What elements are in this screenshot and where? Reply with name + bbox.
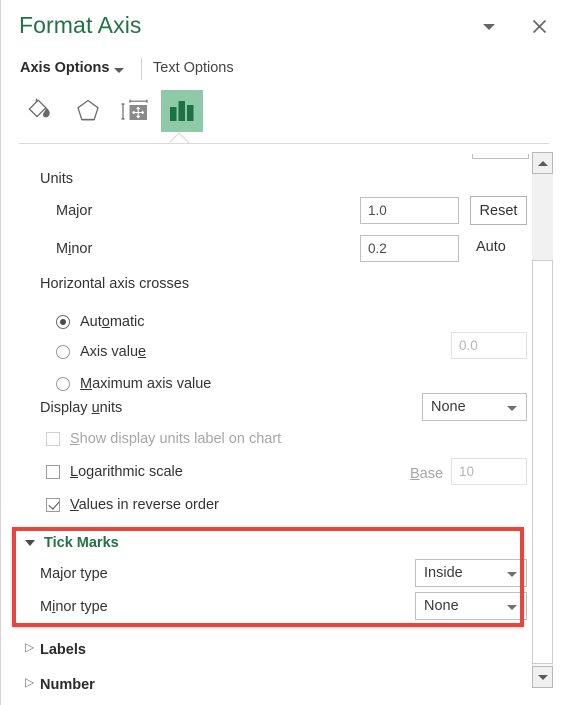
display-units-label: Display units xyxy=(40,400,123,416)
clipped-field-above xyxy=(472,154,529,159)
radio-axis-value[interactable]: Axis value xyxy=(56,344,146,360)
section-title-number: Number xyxy=(40,677,95,693)
pane-header: Format Axis xyxy=(1,0,566,52)
chevron-down-icon xyxy=(507,406,517,411)
section-title-labels: Labels xyxy=(40,642,86,658)
bar-chart-icon xyxy=(170,101,194,121)
format-axis-task-pane: Format Axis Axis Options Text Options Un… xyxy=(0,0,566,705)
minor-type-label: Minor type xyxy=(40,599,108,615)
base-label: Base xyxy=(410,466,444,482)
tab-fill-line[interactable] xyxy=(19,90,61,132)
chevron-down-icon xyxy=(507,572,517,577)
radio-maximum-axis-value[interactable]: Maximum axis value xyxy=(56,376,211,392)
triangle-collapsed-icon xyxy=(25,641,34,655)
vertical-scrollbar[interactable] xyxy=(532,152,553,688)
horizontal-axis-crosses-label: Horizontal axis crosses xyxy=(40,276,190,292)
page-title: Format Axis xyxy=(19,12,142,38)
section-header-labels[interactable]: Labels xyxy=(25,641,86,658)
tab-size-properties[interactable] xyxy=(114,90,156,132)
minor-auto-label: Auto xyxy=(476,239,506,255)
checkbox-show-display-units-label-indicator xyxy=(46,432,60,446)
section-header-tick-marks[interactable]: Tick Marks xyxy=(25,535,119,551)
reset-major-button[interactable]: Reset xyxy=(470,196,527,225)
radio-automatic-indicator xyxy=(56,315,70,329)
checkbox-logarithmic-scale-indicator xyxy=(46,465,60,479)
scroll-down-arrow-icon xyxy=(537,674,548,680)
radio-maximum-axis-value-indicator xyxy=(56,377,70,391)
text-options-selector[interactable]: Text Options xyxy=(153,60,234,76)
major-type-value: Inside xyxy=(424,565,463,581)
icon-tab-strip xyxy=(1,90,566,150)
scrollbar-thumb[interactable] xyxy=(532,260,553,664)
display-units-dropdown[interactable]: None xyxy=(422,393,527,421)
scrollbar-down-button[interactable] xyxy=(532,666,553,688)
section-title-tick-marks: Tick Marks xyxy=(44,535,119,551)
major-unit-label: Major xyxy=(56,203,93,219)
size-properties-icon xyxy=(121,99,148,120)
scroll-up-arrow-icon xyxy=(537,160,548,166)
close-button[interactable] xyxy=(526,13,552,39)
major-type-dropdown[interactable]: Inside xyxy=(415,559,527,587)
scrollbar-up-button[interactable] xyxy=(532,152,553,174)
pane-options-button[interactable] xyxy=(476,14,502,40)
options-selector-row: Axis Options Text Options xyxy=(1,58,566,84)
minor-unit-input[interactable]: 0.2 xyxy=(360,235,459,262)
chevron-down-icon xyxy=(483,24,495,30)
minor-type-value: None xyxy=(424,598,459,614)
checkbox-show-display-units-label[interactable]: Show display units label on chart xyxy=(46,431,281,447)
major-type-label: Major type xyxy=(40,566,108,582)
pane-scroll-body: Units Major 1.0 Reset Minor 0.2 Auto Hor… xyxy=(1,154,529,698)
pentagon-icon xyxy=(77,99,99,121)
minor-type-dropdown[interactable]: None xyxy=(415,592,527,620)
scrollbar-track-upper[interactable] xyxy=(532,174,553,260)
tab-effects[interactable] xyxy=(67,90,109,132)
axis-options-caret-icon[interactable] xyxy=(114,68,124,73)
checkbox-logarithmic-scale[interactable]: Logarithmic scale xyxy=(46,464,183,480)
radio-axis-value-indicator xyxy=(56,345,70,359)
checkbox-show-display-units-label-text: Show display units label on chart xyxy=(70,431,282,447)
display-units-value: None xyxy=(431,399,466,415)
tab-strip-divider xyxy=(19,143,549,144)
chevron-down-icon xyxy=(507,605,517,610)
checkbox-values-in-reverse-order-indicator xyxy=(46,498,60,512)
radio-maximum-axis-value-label: Maximum axis value xyxy=(80,376,212,392)
close-icon xyxy=(532,19,546,33)
axis-value-input[interactable]: 0.0 xyxy=(451,332,527,359)
radio-automatic-label: Automatic xyxy=(80,314,145,330)
minor-unit-label: Minor xyxy=(56,241,93,257)
tab-axis-options[interactable] xyxy=(161,90,203,132)
options-divider xyxy=(141,58,142,80)
paint-bucket-icon xyxy=(28,98,50,118)
section-header-number[interactable]: Number xyxy=(25,676,95,693)
major-unit-input[interactable]: 1.0 xyxy=(360,197,459,224)
axis-options-selector[interactable]: Axis Options xyxy=(20,60,109,76)
checkbox-logarithmic-scale-text: Logarithmic scale xyxy=(70,464,183,480)
checkbox-values-in-reverse-order[interactable]: Values in reverse order xyxy=(46,497,219,513)
radio-axis-value-label: Axis value xyxy=(80,344,147,360)
triangle-expanded-icon xyxy=(25,540,35,546)
triangle-collapsed-icon xyxy=(25,676,34,690)
base-input[interactable]: 10 xyxy=(451,458,527,485)
checkbox-values-in-reverse-order-text: Values in reverse order xyxy=(70,497,219,513)
units-group-label: Units xyxy=(40,171,74,187)
radio-automatic[interactable]: Automatic xyxy=(56,314,145,330)
